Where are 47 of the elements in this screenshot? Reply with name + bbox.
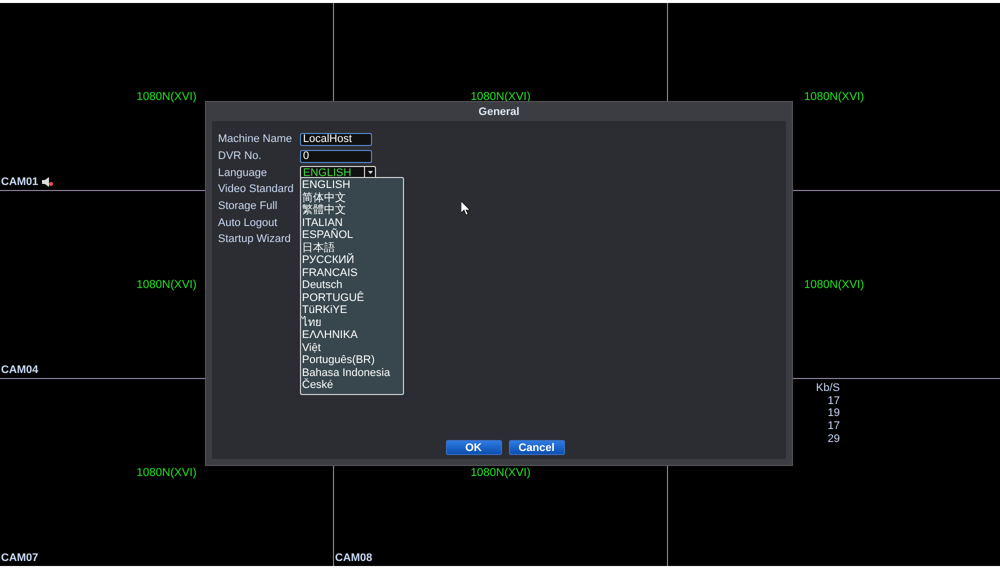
resolution-label: 1080N(XVI) xyxy=(470,90,531,102)
field-label: Storage Full xyxy=(218,200,278,212)
dropdown-option[interactable]: 日本語 xyxy=(302,242,403,254)
resolution-label: 1080N(XVI) xyxy=(136,466,197,478)
field-label: DVR No. xyxy=(218,150,262,162)
dropdown-option[interactable]: Bahasa Indonesia xyxy=(302,366,403,379)
resolution-label: 1080N(XVI) xyxy=(804,278,864,290)
dropdown-option[interactable]: TüRKiYE xyxy=(302,304,403,316)
resolution-label: 1080N(XVI) xyxy=(804,90,864,102)
input-field[interactable]: 0 xyxy=(300,150,372,163)
field-label: Auto Logout xyxy=(218,216,278,229)
bitrate-value: 17 xyxy=(828,420,840,433)
dropdown-option[interactable]: FRANCAIS xyxy=(302,266,403,279)
dropdown-option[interactable]: ไทย xyxy=(302,316,403,329)
ok-button[interactable]: OK xyxy=(446,440,502,455)
dropdown-option[interactable]: 繁體中文 xyxy=(302,204,403,216)
bitrate-heading: Kb/S xyxy=(816,382,840,395)
bitrate-value: 17 xyxy=(828,394,840,408)
field-label: Machine Name xyxy=(218,133,293,146)
dropdown-option[interactable]: České xyxy=(302,379,403,392)
camera-name: CAM08 xyxy=(335,552,372,564)
resolution-label: 1080N(XVI) xyxy=(470,466,531,478)
field-label: Language xyxy=(218,166,268,179)
dropdown-option[interactable]: РУССКИЙ xyxy=(302,254,403,266)
input-field[interactable]: LocalHost xyxy=(300,132,372,146)
dropdown-option[interactable]: PORTUGUÊ xyxy=(302,292,403,304)
field-label: Video Standard xyxy=(218,183,295,196)
caret-icon xyxy=(368,171,372,174)
dialog-title: General xyxy=(478,106,520,118)
bitrate-value: 19 xyxy=(828,407,840,420)
camera-name: CAM01 xyxy=(1,176,38,188)
pointer-icon xyxy=(461,201,470,215)
dropdown-option[interactable]: ESPAÑOL xyxy=(302,229,403,242)
dropdown-option[interactable]: Việt xyxy=(302,342,403,354)
dropdown-option[interactable]: Deutsch xyxy=(302,279,403,292)
bitrate-value: 29 xyxy=(828,432,840,446)
field-label: Startup Wizard xyxy=(218,233,292,246)
dropdown-option[interactable]: ITALIAN xyxy=(302,216,403,229)
resolution-label: 1080N(XVI) xyxy=(136,278,197,290)
dropdown-option[interactable]: Português(BR) xyxy=(302,354,403,366)
cancel-button[interactable]: Cancel xyxy=(508,440,564,455)
resolution-label: 1080N(XVI) xyxy=(136,90,197,102)
dropdown-option[interactable]: ENGLISH xyxy=(302,179,403,192)
camera-name: CAM04 xyxy=(1,364,38,376)
dropdown-option[interactable]: ΕΛΛΗΝΙΚΑ xyxy=(302,329,403,342)
dropdown-option[interactable]: 简体中文 xyxy=(302,192,403,204)
camera-name: CAM07 xyxy=(1,552,38,564)
